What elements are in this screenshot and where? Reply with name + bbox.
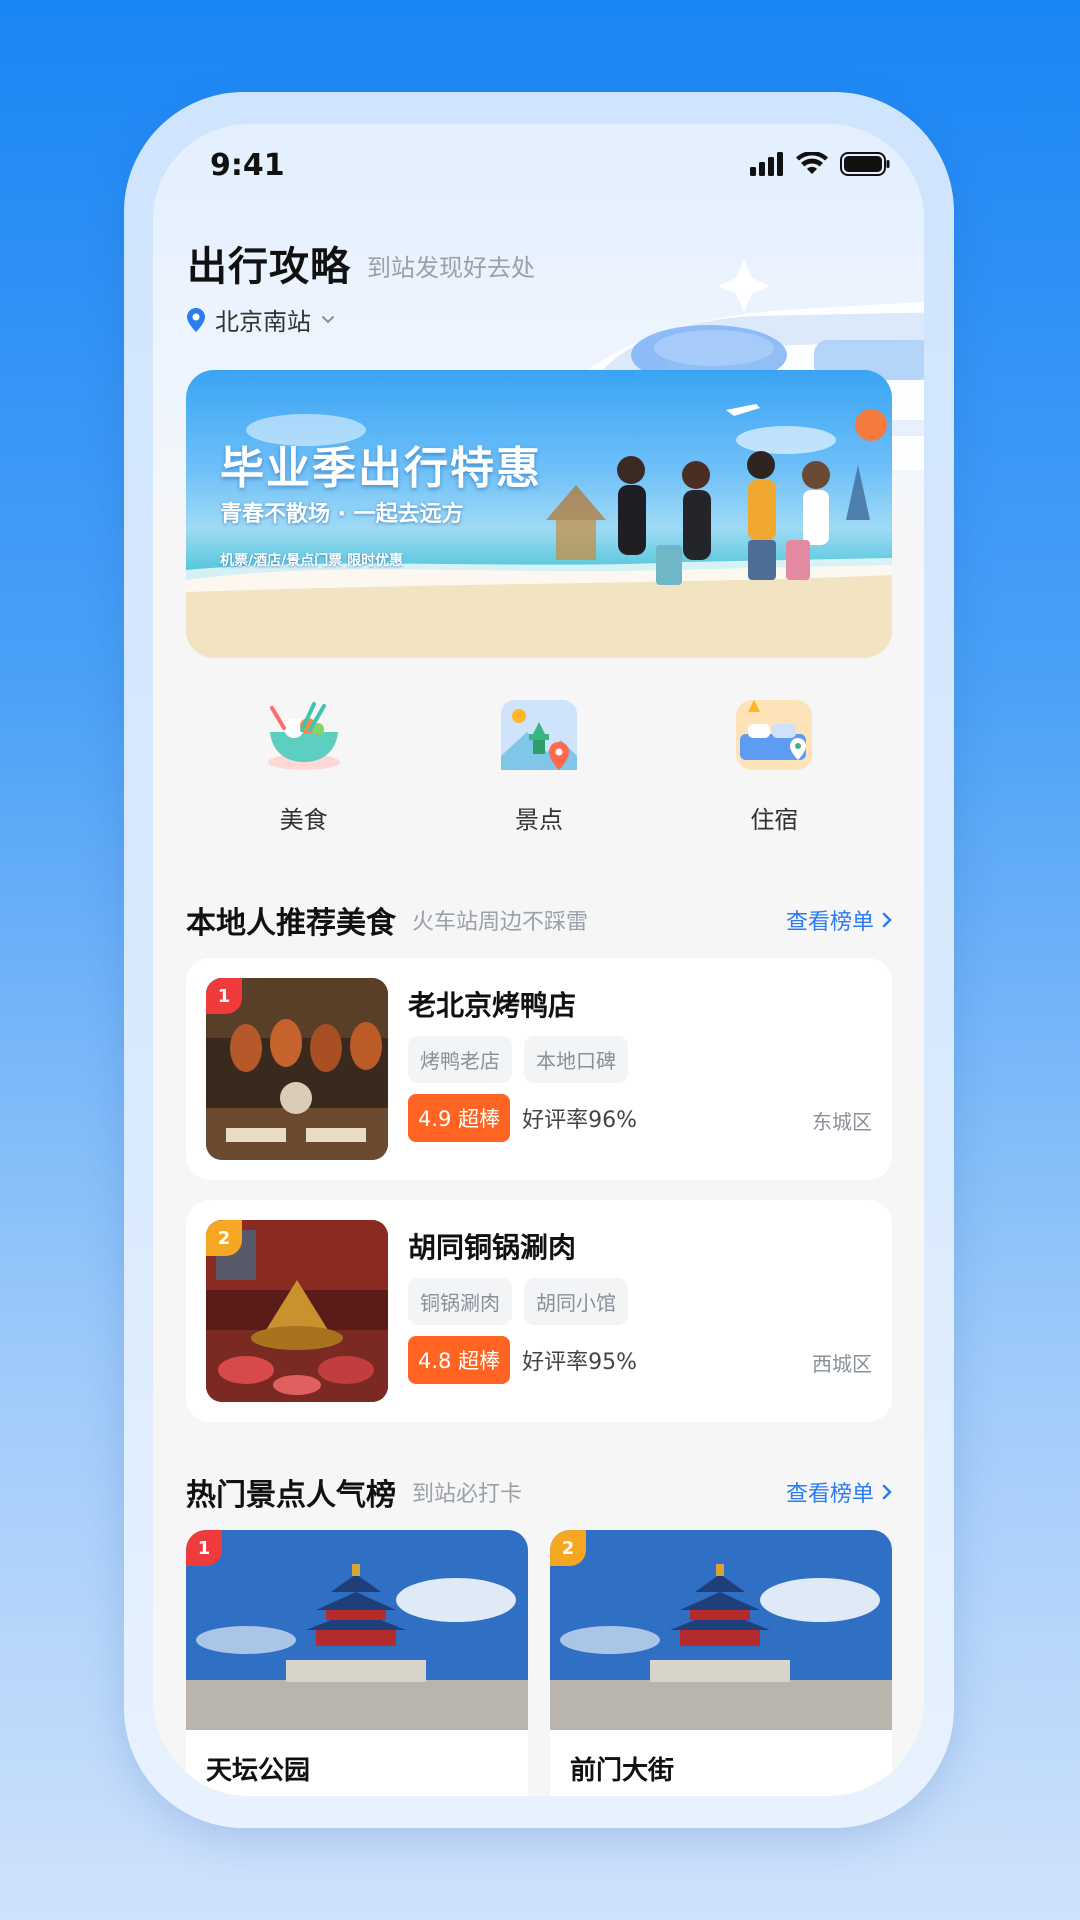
category-food[interactable]: 美食 [214, 694, 394, 844]
signal-icon [750, 152, 783, 176]
section-title: 本地人推荐美食 [186, 906, 396, 941]
category-label: 景点 [514, 806, 563, 834]
location-pin-icon [187, 307, 205, 332]
qianmen-street-photo [550, 1530, 892, 1730]
location-label: 北京南站 [215, 308, 311, 336]
view-ranking-label: 查看榜单 [785, 1482, 874, 1507]
view-ranking-label: 查看榜单 [785, 910, 874, 935]
rating-row: 4.8 超棒 好评率95% [408, 1336, 637, 1384]
spot-section-header: 热门景点人气榜 到站必打卡 查看榜单 [186, 1472, 892, 1513]
category-hotel[interactable]: 住宿 [684, 694, 864, 844]
chevron-down-icon [322, 315, 334, 323]
section-subtitle: 火车站周边不踩雷 [412, 910, 589, 935]
banner-title: 毕业季出行特惠 [220, 443, 542, 494]
spot-card[interactable]: 2 前门大街 [550, 1530, 892, 1796]
spot-card[interactable]: 1 天坛公园 [186, 1530, 528, 1796]
status-time: 9:41 [210, 148, 285, 183]
spot-name: 前门大街 [570, 1756, 675, 1786]
banner-tags: 机票/酒店/景点门票 限时优惠 [220, 553, 404, 569]
rank-badge: 1 [186, 1530, 222, 1566]
district-label: 东城区 [812, 1110, 872, 1134]
food-section-header: 本地人推荐美食 火车站周边不踩雷 查看榜单 [186, 900, 892, 941]
score-badge: 4.9 超棒 [408, 1094, 511, 1142]
food-tag: 本地口碑 [524, 1036, 628, 1083]
food-tag: 烤鸭老店 [408, 1036, 512, 1083]
category-label: 住宿 [750, 806, 799, 834]
view-ranking-link[interactable]: 查看榜单 [786, 904, 892, 936]
banner-subtitle: 青春不散场 · 一起去远方 [220, 502, 464, 527]
food-card[interactable]: 2 胡同铜锅涮肉 铜锅涮肉 胡同小馆 4.8 超棒 好评率95% 西城区 [186, 1200, 892, 1422]
food-tags: 烤鸭老店 本地口碑 [408, 1036, 628, 1083]
chevron-right-icon [882, 1484, 892, 1500]
section-title: 热门景点人气榜 [186, 1478, 396, 1513]
food-tag: 胡同小馆 [524, 1278, 628, 1325]
district-label: 西城区 [812, 1352, 872, 1376]
battery-icon [840, 152, 890, 176]
page-title: 出行攻略 [187, 244, 351, 290]
category-grid: 美食 景点 住宿 [186, 694, 892, 844]
page-subtitle: 到站发现好去处 [367, 254, 535, 282]
restaurant-name: 胡同铜锅涮肉 [408, 1231, 577, 1264]
chevron-right-icon [882, 912, 892, 928]
good-rate: 好评率96% [522, 1108, 637, 1133]
category-scenic[interactable]: 景点 [449, 694, 629, 844]
rating-row: 4.9 超棒 好评率96% [408, 1094, 637, 1142]
status-icons [750, 152, 890, 176]
view-ranking-link[interactable]: 查看榜单 [786, 1476, 892, 1508]
wifi-icon [796, 152, 828, 174]
food-card[interactable]: 1 老北京烤鸭店 烤鸭老店 本地口碑 4.9 超棒 好评率96% 东城区 [186, 958, 892, 1180]
scenic-spot-icon [500, 700, 577, 770]
rank-badge: 2 [206, 1220, 242, 1256]
location-selector[interactable]: 北京南站 [187, 302, 335, 337]
section-subtitle: 到站必打卡 [412, 1482, 523, 1507]
category-label: 美食 [279, 806, 328, 834]
spot-name: 天坛公园 [206, 1756, 311, 1786]
bed-hotel-icon [736, 700, 813, 770]
status-bar: 9:41 [153, 124, 924, 214]
score-badge: 4.8 超棒 [408, 1336, 511, 1384]
food-tag: 铜锅涮肉 [408, 1278, 512, 1325]
temple-of-heaven-photo [186, 1530, 528, 1730]
food-bowl-icon [267, 702, 340, 770]
rank-badge: 2 [550, 1530, 586, 1566]
promo-banner[interactable]: 毕业季出行特惠 青春不散场 · 一起去远方 机票/酒店/景点门票 限时优惠 [186, 370, 892, 658]
app-screen: 9:41 出行攻略 到站发现好去处 北京南站 毕业季出行特惠 青春不散场 · 一… [153, 124, 924, 1796]
food-image: 1 [206, 978, 388, 1160]
food-tags: 铜锅涮肉 胡同小馆 [408, 1278, 628, 1325]
rank-badge: 1 [206, 978, 242, 1014]
restaurant-name: 老北京烤鸭店 [408, 989, 577, 1022]
good-rate: 好评率95% [522, 1350, 637, 1375]
food-image: 2 [206, 1220, 388, 1402]
